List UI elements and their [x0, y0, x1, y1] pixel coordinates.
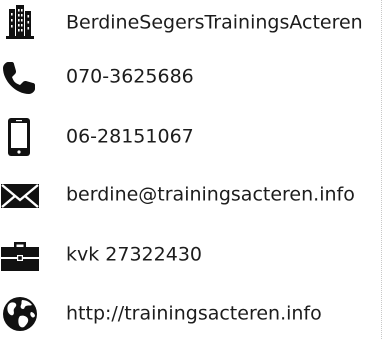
phone-number[interactable]: 070-3625686	[66, 67, 194, 87]
globe-icon	[0, 294, 40, 334]
kvk-number: kvk 27322430	[66, 243, 202, 266]
phone-row: 070-3625686	[0, 57, 385, 97]
company-name: BerdineSegersTrainingsActeren	[66, 11, 363, 34]
dotted-divider	[381, 0, 382, 339]
phone-icon	[0, 57, 40, 97]
email-row: berdine@trainingsacteren.info	[0, 175, 385, 215]
building-icon	[0, 3, 40, 43]
briefcase-icon	[0, 235, 40, 275]
contact-card: BerdineSegersTrainingsActeren 070-362568…	[0, 0, 385, 339]
mobile-row: 06-28151067	[0, 117, 385, 157]
kvk-row: kvk 27322430	[0, 235, 385, 275]
envelope-icon	[0, 175, 40, 215]
mobile-number[interactable]: 06-28151067	[66, 127, 194, 147]
website-link[interactable]: http://trainingsacteren.info	[66, 304, 322, 324]
website-row: http://trainingsacteren.info	[0, 294, 385, 334]
company-row: BerdineSegersTrainingsActeren	[0, 3, 385, 43]
email-address[interactable]: berdine@trainingsacteren.info	[66, 185, 355, 205]
mobile-icon	[0, 117, 40, 157]
